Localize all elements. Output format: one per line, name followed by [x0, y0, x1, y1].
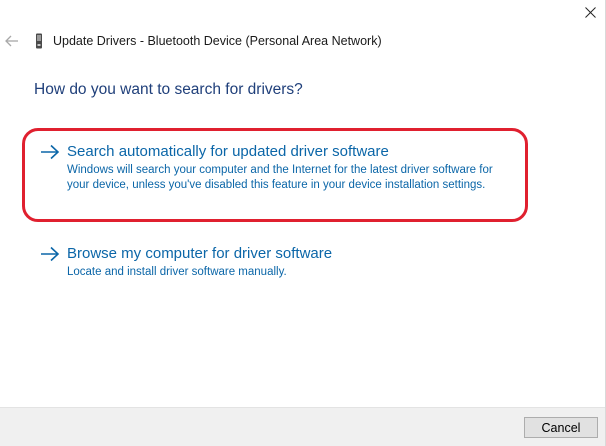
- dialog-footer: Cancel: [0, 407, 605, 446]
- window-header: Update Drivers - Bluetooth Device (Perso…: [0, 31, 605, 51]
- browse-computer-option[interactable]: Browse my computer for driver software L…: [40, 244, 510, 284]
- search-automatically-description: Windows will search your computer and th…: [67, 164, 493, 191]
- browse-computer-title: Browse my computer for driver software: [67, 245, 333, 262]
- back-button[interactable]: [4, 31, 20, 51]
- arrow-right-icon: [41, 144, 60, 160]
- close-icon: [584, 6, 596, 18]
- window-title: Update Drivers - Bluetooth Device (Perso…: [53, 34, 382, 48]
- device-icon: [36, 33, 42, 49]
- back-arrow-icon: [5, 35, 18, 47]
- page-question: How do you want to search for drivers?: [34, 81, 303, 98]
- close-button[interactable]: [575, 0, 605, 24]
- search-automatically-title: Search automatically for updated driver …: [67, 143, 389, 160]
- browse-computer-description: Locate and install driver software manua…: [67, 266, 287, 278]
- cancel-button[interactable]: Cancel: [524, 417, 598, 438]
- search-automatically-option[interactable]: Search automatically for updated driver …: [40, 142, 510, 210]
- arrow-right-icon: [41, 246, 60, 262]
- update-drivers-window: Update Drivers - Bluetooth Device (Perso…: [0, 0, 606, 446]
